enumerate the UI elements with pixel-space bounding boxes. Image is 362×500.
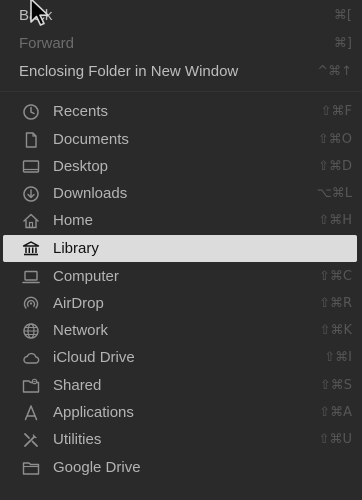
menu-item-desktop[interactable]: Desktop ⇧⌘D	[0, 153, 362, 180]
shortcut-label: ⇧⌘F	[320, 104, 352, 119]
menu-item-documents[interactable]: Documents ⇧⌘O	[0, 126, 362, 153]
cloud-icon	[22, 349, 40, 367]
menu-item-label: Library	[53, 240, 99, 257]
shortcut-label: ⇧⌘H	[318, 213, 352, 228]
menu-item-enclosing-folder[interactable]: Enclosing Folder in New Window ^⌘↑	[0, 58, 362, 85]
menu-item-label: Google Drive	[53, 459, 141, 476]
menu-item-label: Desktop	[53, 158, 109, 175]
download-icon	[22, 185, 40, 203]
menu-item-airdrop[interactable]: AirDrop ⇧⌘R	[0, 290, 362, 317]
desktop-icon	[22, 158, 40, 176]
menu-item-network[interactable]: Network ⇧⌘K	[0, 317, 362, 344]
home-icon	[22, 212, 40, 230]
menu-item-label: Forward	[19, 35, 75, 52]
shortcut-label: ⇧⌘K	[319, 323, 352, 338]
menu-item-label: Documents	[53, 131, 129, 148]
menu-item-label: Utilities	[53, 431, 102, 448]
menu-item-google-drive[interactable]: Google Drive	[0, 454, 362, 481]
menu-item-icloud-drive[interactable]: iCloud Drive ⇧⌘I	[0, 344, 362, 371]
menu-item-label: Computer	[53, 268, 119, 285]
menu-item-label: Shared	[53, 377, 102, 394]
document-icon	[22, 131, 40, 149]
network-icon	[22, 322, 40, 340]
menu-item-label: Recents	[53, 103, 109, 120]
menu-item-shared[interactable]: Shared ⇧⌘S	[0, 372, 362, 399]
shortcut-label: ⌘[	[333, 8, 352, 23]
clock-icon	[22, 103, 40, 121]
go-menu: Back ⌘[ Forward ⌘] Enclosing Folder in N…	[0, 0, 362, 500]
menu-item-label: Applications	[53, 404, 134, 421]
menu-separator	[0, 91, 362, 92]
shortcut-label: ⇧⌘C	[319, 269, 352, 284]
menu-item-recents[interactable]: Recents ⇧⌘F	[0, 98, 362, 125]
menu-item-back[interactable]: Back ⌘[	[0, 2, 362, 29]
utilities-icon	[22, 431, 40, 449]
shortcut-label: ⇧⌘S	[319, 378, 352, 393]
folder-icon	[22, 459, 40, 477]
shortcut-label: ⇧⌘R	[319, 296, 352, 311]
menu-item-home[interactable]: Home ⇧⌘H	[0, 207, 362, 234]
shared-folder-icon	[22, 377, 40, 395]
shortcut-label: ⌘]	[333, 36, 352, 51]
menu-item-label: AirDrop	[53, 295, 104, 312]
shortcut-label: ⇧⌘O	[317, 132, 352, 147]
menu-item-label: iCloud Drive	[53, 349, 135, 366]
airdrop-icon	[22, 295, 40, 313]
menu-item-label: Downloads	[53, 185, 128, 202]
shortcut-label: ⇧⌘L	[315, 241, 347, 256]
menu-item-computer[interactable]: Computer ⇧⌘C	[0, 263, 362, 290]
shortcut-label: ⇧⌘A	[319, 405, 352, 420]
applications-icon	[22, 404, 40, 422]
menu-item-utilities[interactable]: Utilities ⇧⌘U	[0, 426, 362, 453]
menu-item-forward[interactable]: Forward ⌘]	[0, 30, 362, 57]
shortcut-label: ⇧⌘D	[318, 159, 352, 174]
computer-icon	[22, 268, 40, 286]
menu-item-downloads[interactable]: Downloads ⌥⌘L	[0, 180, 362, 207]
shortcut-label: ⇧⌘U	[318, 432, 352, 447]
shortcut-label: ⌥⌘L	[316, 186, 352, 201]
menu-item-label: Home	[53, 212, 94, 229]
shortcut-label: ⇧⌘I	[324, 350, 352, 365]
menu-item-library[interactable]: Library ⇧⌘L	[3, 235, 357, 262]
menu-item-label: Network	[53, 322, 109, 339]
shortcut-label: ^⌘↑	[317, 64, 352, 79]
menu-item-label: Back	[19, 7, 308, 24]
menu-item-applications[interactable]: Applications ⇧⌘A	[0, 399, 362, 426]
menu-item-label: Enclosing Folder in New Window	[19, 63, 239, 80]
mouse-pointer-icon	[30, 0, 49, 26]
library-icon	[22, 240, 40, 258]
